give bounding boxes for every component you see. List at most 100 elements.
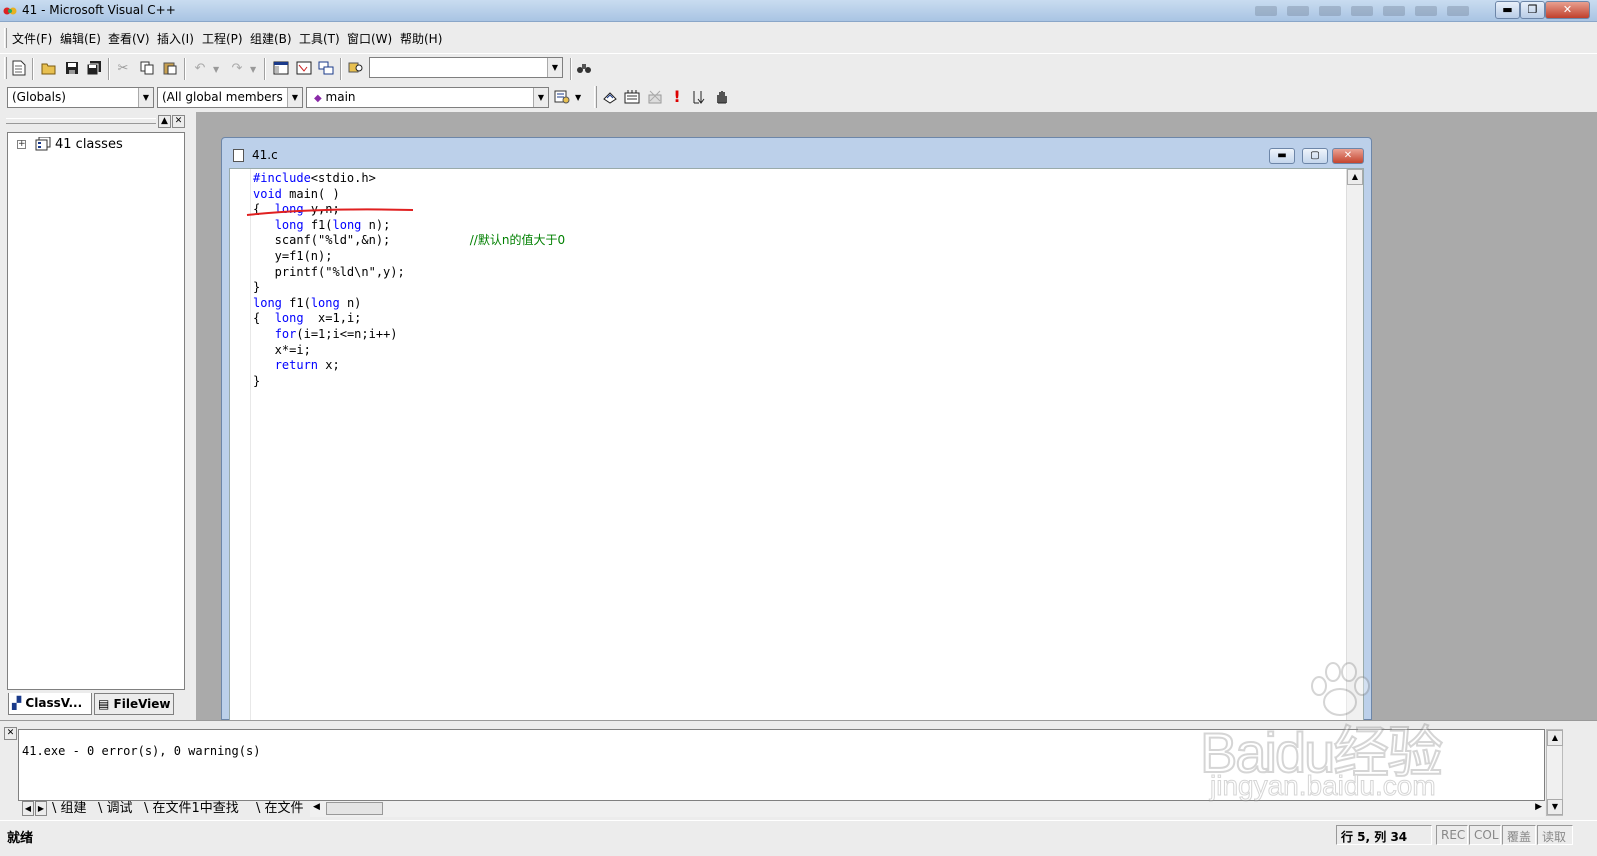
build-icon[interactable]: [623, 88, 641, 106]
tab-fileview[interactable]: ▤ FileView: [94, 693, 174, 715]
save-icon[interactable]: [63, 59, 81, 77]
cut-icon[interactable]: ✂: [114, 59, 132, 77]
chevron-down-icon[interactable]: ▼: [547, 58, 562, 77]
class-combo[interactable]: (Globals) ▼: [7, 87, 154, 108]
code-line[interactable]: return x;: [253, 358, 565, 374]
menu-help[interactable]: 帮助(H): [400, 30, 442, 47]
menu-window[interactable]: 窗口(W): [347, 30, 392, 47]
chevron-down-icon[interactable]: ▼: [138, 88, 153, 107]
close-icon: ✕: [1562, 3, 1573, 16]
paste-icon[interactable]: [161, 59, 179, 77]
code-token: main( ): [281, 186, 340, 201]
code-line[interactable]: }: [253, 280, 565, 296]
tab-find-in-files-2[interactable]: \ 在文件: [256, 801, 304, 817]
tree-root-label[interactable]: 41 classes: [55, 137, 123, 152]
window-list-icon[interactable]: [317, 59, 335, 77]
code-token: f1(: [281, 295, 311, 310]
chevron-down-icon[interactable]: ▼: [287, 88, 302, 107]
new-file-icon[interactable]: [10, 59, 28, 77]
find-binoculars-icon[interactable]: [575, 59, 593, 77]
maximize-button[interactable]: ❐: [1520, 1, 1545, 19]
output-text-area[interactable]: 41.exe - 0 error(s), 0 warning(s): [18, 729, 1545, 801]
execute-icon[interactable]: !: [668, 88, 686, 106]
menu-file[interactable]: 文件(F): [12, 30, 52, 47]
redo-dropdown-icon[interactable]: ▼: [250, 65, 256, 74]
undo-dropdown-icon[interactable]: ▼: [213, 65, 219, 74]
pane-collapse-icon[interactable]: ▲: [158, 115, 171, 128]
tab-classview[interactable]: ▞ ClassV...: [8, 693, 92, 715]
output-close-icon[interactable]: ✕: [4, 727, 17, 740]
scroll-up-icon[interactable]: ▲: [1347, 169, 1363, 185]
menu-tools[interactable]: 工具(T): [299, 30, 340, 47]
code-line[interactable]: scanf("%ld",&n); //默认n的值大于0: [253, 233, 565, 249]
code-keyword: long: [274, 217, 304, 232]
code-line[interactable]: long f1(long n);: [253, 218, 565, 234]
wizard-dropdown-icon[interactable]: ▼: [575, 93, 581, 102]
undo-icon[interactable]: ↶: [191, 59, 209, 77]
code-line[interactable]: #include<stdio.h>: [253, 171, 565, 187]
code-line[interactable]: printf("%ld\n",y);: [253, 265, 565, 281]
filter-combo[interactable]: (All global members ▼: [157, 87, 303, 108]
tab-find-in-files-1[interactable]: \ 在文件1中查找: [144, 801, 239, 817]
output-pane-grip[interactable]: ✕: [4, 727, 17, 817]
output-vertical-scrollbar[interactable]: ▲ ▼: [1546, 729, 1563, 816]
wizard-toolbar: (Globals) ▼ (All global members ▼ ◆ main…: [0, 84, 1597, 110]
stop-build-icon[interactable]: [646, 88, 664, 106]
code-line[interactable]: void main( ): [253, 187, 565, 203]
copy-icon[interactable]: [138, 59, 156, 77]
code-line[interactable]: { long x=1,i;: [253, 311, 565, 327]
breakpoint-hand-icon[interactable]: [713, 88, 731, 106]
menu-edit[interactable]: 编辑(E): [60, 30, 101, 47]
workspace-window-icon[interactable]: [272, 59, 290, 77]
output-horizontal-scrollbar[interactable]: ◀ ▶: [310, 801, 1545, 817]
tab-scroll-left-icon[interactable]: ◀: [22, 801, 34, 816]
pane-close-icon[interactable]: ✕: [172, 115, 185, 128]
minimize-button[interactable]: ▬: [1495, 1, 1520, 19]
code-keyword: long: [310, 295, 340, 310]
editor-title-bar[interactable]: 41.c ▬ ▢ ✕: [222, 138, 1371, 168]
code-text[interactable]: #include<stdio.h> void main( ){ long y,n;…: [253, 171, 565, 389]
compile-icon[interactable]: [601, 88, 619, 106]
editor-gutter[interactable]: [230, 169, 251, 720]
save-all-icon[interactable]: [85, 59, 103, 77]
doc-maximize-button[interactable]: ▢: [1302, 148, 1328, 164]
menu-insert[interactable]: 插入(I): [157, 30, 194, 47]
code-line[interactable]: x*=i;: [253, 343, 565, 359]
workspace-pane-grip[interactable]: [6, 118, 156, 124]
toolbar-grip[interactable]: [4, 57, 7, 79]
code-line[interactable]: for(i=1;i<=n;i++): [253, 327, 565, 343]
scroll-thumb[interactable]: [326, 802, 383, 815]
code-editor[interactable]: #include<stdio.h> void main( ){ long y,n;…: [229, 168, 1364, 721]
doc-minimize-button[interactable]: ▬: [1269, 148, 1295, 164]
code-line[interactable]: y=f1(n);: [253, 249, 565, 265]
close-button[interactable]: ✕: [1545, 1, 1590, 19]
scroll-left-icon[interactable]: ◀: [313, 802, 320, 812]
code-keyword: for: [274, 326, 297, 341]
output-window-icon[interactable]: [295, 59, 313, 77]
doc-close-button[interactable]: ✕: [1332, 148, 1364, 164]
menu-project[interactable]: 工程(P): [202, 30, 243, 47]
menu-build[interactable]: 组建(B): [250, 30, 292, 47]
tab-scroll-right-icon[interactable]: ▶: [35, 801, 47, 816]
scroll-right-icon[interactable]: ▶: [1535, 802, 1542, 812]
wizard-action-icon[interactable]: [553, 88, 571, 106]
menubar-grip[interactable]: [4, 28, 7, 48]
code-line[interactable]: }: [253, 374, 565, 390]
toolbar-grip[interactable]: [594, 86, 597, 108]
scroll-down-icon[interactable]: ▼: [1547, 799, 1563, 815]
tab-debug[interactable]: \ 调试: [98, 801, 133, 817]
chevron-down-icon[interactable]: ▼: [533, 88, 548, 107]
find-combo[interactable]: ▼: [369, 57, 563, 78]
find-in-files-icon[interactable]: [347, 59, 365, 77]
scroll-up-icon[interactable]: ▲: [1547, 730, 1563, 746]
editor-vertical-scrollbar[interactable]: ▲: [1346, 169, 1363, 720]
open-folder-icon[interactable]: [40, 59, 58, 77]
code-line[interactable]: long f1(long n): [253, 296, 565, 312]
tab-build[interactable]: \ 组建: [52, 801, 87, 817]
tab-find-in-files-2-label: 在文件: [264, 801, 304, 816]
menu-view[interactable]: 查看(V): [108, 30, 150, 47]
tree-expand-icon[interactable]: +: [17, 140, 26, 149]
members-combo[interactable]: ◆ main ▼: [306, 87, 549, 108]
go-debug-icon[interactable]: [690, 88, 708, 106]
redo-icon[interactable]: ↷: [228, 59, 246, 77]
